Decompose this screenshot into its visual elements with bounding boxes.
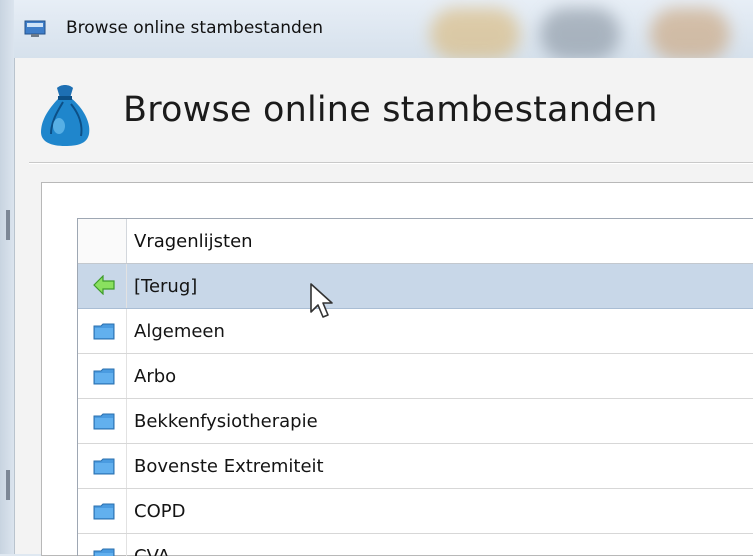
row-selector-header [78, 219, 127, 263]
row-label: CVA [134, 546, 170, 556]
row-label: Bekkenfysiotherapie [134, 411, 318, 432]
table-row[interactable]: COPD [78, 489, 753, 534]
mouse-cursor-icon [310, 283, 333, 318]
row-label: Algemeen [134, 321, 225, 342]
table-row[interactable]: Arbo [78, 354, 753, 399]
cell-divider [126, 354, 127, 398]
back-arrow-icon [93, 275, 115, 295]
money-bag-icon [41, 85, 90, 146]
row-label: [Terug] [134, 276, 198, 297]
folder-icon [93, 458, 115, 475]
table-row[interactable]: Algemeen [78, 309, 753, 354]
cell-divider [126, 534, 127, 556]
table-row[interactable]: Bekkenfysiotherapie [78, 399, 753, 444]
table-row-terug[interactable]: [Terug] [78, 264, 753, 309]
edge-mark [6, 470, 10, 500]
page-title: Browse online stambestanden [123, 90, 658, 130]
content-panel: Vragenlijsten [Terug] Algemeen Arbo Bekk… [41, 182, 753, 556]
grid-header: Vragenlijsten [78, 219, 753, 264]
data-grid[interactable]: Vragenlijsten [Terug] Algemeen Arbo Bekk… [77, 218, 753, 556]
edge-mark [6, 210, 10, 240]
folder-icon [93, 323, 115, 340]
column-header-vragenlijsten[interactable]: Vragenlijsten [134, 231, 253, 252]
table-row[interactable]: CVA [78, 534, 753, 556]
folder-icon [93, 368, 115, 385]
taskbar-blur [430, 8, 520, 60]
cell-divider [126, 399, 127, 443]
taskbar-blur [650, 8, 730, 60]
row-label: Bovenste Extremiteit [134, 456, 324, 477]
cell-divider [126, 489, 127, 533]
cell-divider [126, 444, 127, 488]
table-row[interactable]: Bovenste Extremiteit [78, 444, 753, 489]
row-label: COPD [134, 501, 186, 522]
folder-icon [93, 503, 115, 520]
title-bar[interactable]: Browse online stambestanden [0, 0, 753, 60]
dialog-window: Browse online stambestanden Vragenlijste… [14, 58, 753, 556]
row-label: Arbo [134, 366, 177, 387]
window-title: Browse online stambestanden [66, 18, 324, 38]
folder-icon [93, 413, 115, 430]
cell-divider [126, 309, 127, 353]
taskbar-blur [540, 8, 620, 60]
folder-icon [93, 548, 115, 556]
desktop-edge [0, 0, 14, 554]
application-icon [24, 20, 46, 37]
header-divider [29, 162, 753, 164]
cell-divider [126, 264, 127, 308]
